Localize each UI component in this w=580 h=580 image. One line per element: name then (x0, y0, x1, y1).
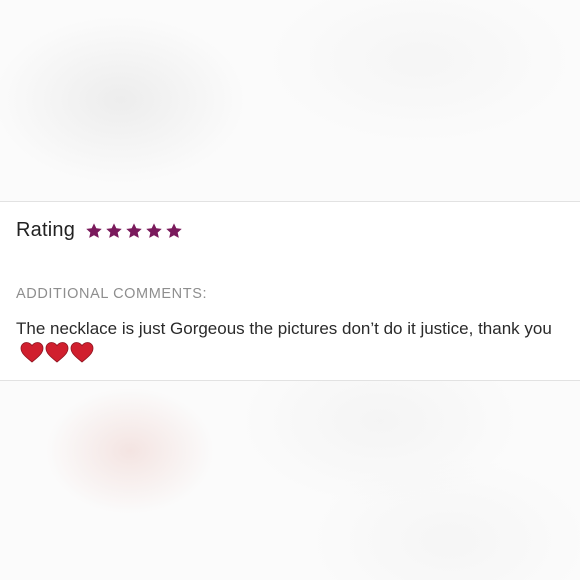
review-card: Rating ADDITIONAL COMMENTS: The necklace… (0, 201, 580, 381)
comments-heading: ADDITIONAL COMMENTS: (16, 286, 208, 302)
comments-text: The necklace is just Gorgeous the pictur… (16, 319, 552, 338)
star-icon (105, 222, 123, 240)
heart-icon (45, 341, 69, 363)
heart-icon (20, 341, 44, 363)
rating-label: Rating (16, 219, 76, 241)
blurred-background-top (0, 0, 580, 201)
star-rating (85, 222, 183, 240)
rating-row: Rating (16, 219, 183, 242)
screenshot-page: Rating ADDITIONAL COMMENTS: The necklace… (0, 0, 580, 580)
blurred-background-bottom (0, 381, 580, 580)
star-icon (165, 222, 183, 240)
star-icon (85, 222, 103, 240)
heart-icon (70, 341, 94, 363)
comments-body: The necklace is just Gorgeous the pictur… (16, 316, 564, 366)
heart-emojis (20, 341, 94, 363)
star-icon (145, 222, 163, 240)
star-icon (125, 222, 143, 240)
